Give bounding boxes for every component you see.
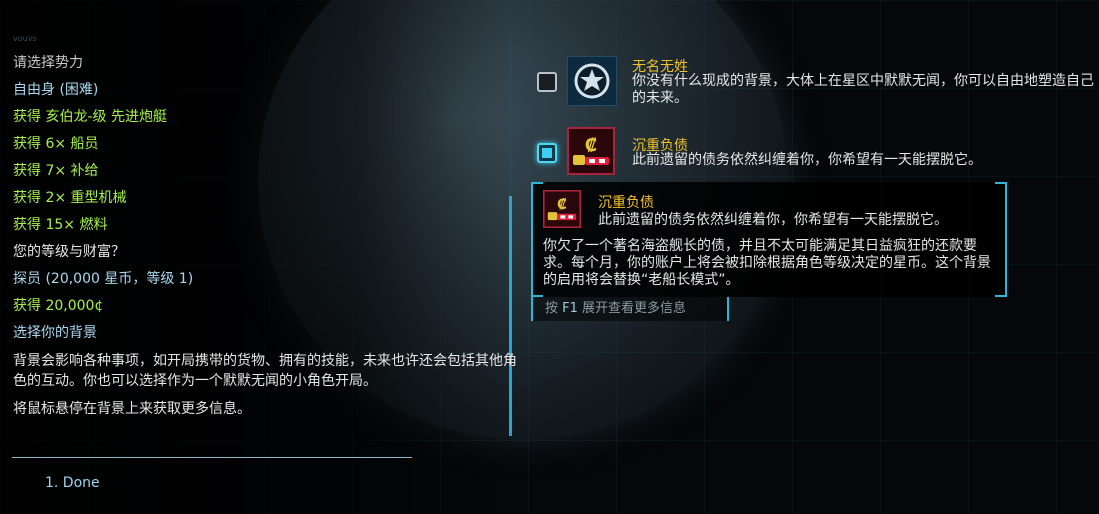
reward-supplies: 获得 7× 补给 (13, 163, 99, 179)
background-option-nameless[interactable]: 无名无姓 你没有什么现成的背景，大体上在星区中默默无闻，你可以自由地塑造自己的未… (537, 56, 1097, 111)
debt-icon: ₡ (543, 190, 581, 228)
faded-header: vouvs (13, 34, 37, 43)
faction-prompt: 请选择势力 (13, 55, 83, 71)
reward-ship-text: 获得 亥伯龙-级 先进炮艇 (13, 109, 167, 125)
background-prompt: 选择你的背景 (13, 325, 97, 341)
checkbox-nameless[interactable] (537, 72, 557, 92)
svg-text:₡: ₡ (557, 197, 567, 213)
reward-crew: 获得 6× 船员 (13, 136, 99, 152)
reward-credits: 获得 20,000¢ (13, 298, 104, 314)
background-description: 背景会影响各种事项，如开局携带的货物、拥有的技能，未来也许还会包括其他角色的互动… (13, 353, 517, 389)
reward-fuel: 获得 15× 燃料 (13, 217, 108, 233)
option-description: 你没有什么现成的背景，大体上在星区中默默无闻，你可以自由地塑造自己的未来。 (632, 73, 1094, 106)
dialog-text-panel: 请选择势力 自由身 (困难) 获得 亥伯龙-级 先进炮艇 获得 6× 船员 获得… (13, 50, 517, 419)
hint-suffix: 展开查看更多信息 (577, 301, 687, 316)
hint-prefix: 按 (545, 301, 563, 316)
hover-hint: 将鼠标悬停在背景上来获取更多信息。 (13, 401, 251, 417)
background-option-debt[interactable]: ₡ 沉重负债 此前遗留的债务依然纠缠着你，你希望有一天能摆脱它。 (537, 127, 1097, 177)
level-choice: 探员 (20,000 星币，等级 1) (13, 271, 194, 287)
star-emblem-icon (567, 56, 617, 106)
debt-icon: ₡ (567, 127, 615, 175)
option-description: 此前遗留的债务依然纠缠着你，你希望有一天能摆脱它。 (632, 152, 982, 168)
tooltip-body: 你欠了一个著名海盗舰长的债，并且不太可能满足其日益疯狂的还款要求。每个月，你的账… (543, 238, 991, 288)
background-tooltip: ₡ 沉重负债 此前遗留的债务依然纠缠着你，你希望有一天能摆脱它。 你欠了一个著名… (531, 182, 1007, 297)
checkbox-debt[interactable] (537, 143, 557, 163)
f1-key: F1 (562, 301, 578, 316)
done-option[interactable]: 1. Done (45, 475, 100, 491)
faction-choice: 自由身 (困难) (13, 82, 99, 98)
expand-info-hint: 按 F1 展开查看更多信息 (531, 297, 729, 321)
reward-machinery: 获得 2× 重型机械 (13, 190, 127, 206)
reward-ship: 获得 亥伯龙-级 先进炮艇 (13, 104, 513, 131)
level-prompt: 您的等级与财富？ (13, 244, 125, 260)
svg-text:₡: ₡ (585, 135, 598, 156)
tooltip-subtitle: 此前遗留的债务依然纠缠着你，你希望有一天能摆脱它。 (598, 212, 948, 228)
options-separator (12, 457, 412, 458)
